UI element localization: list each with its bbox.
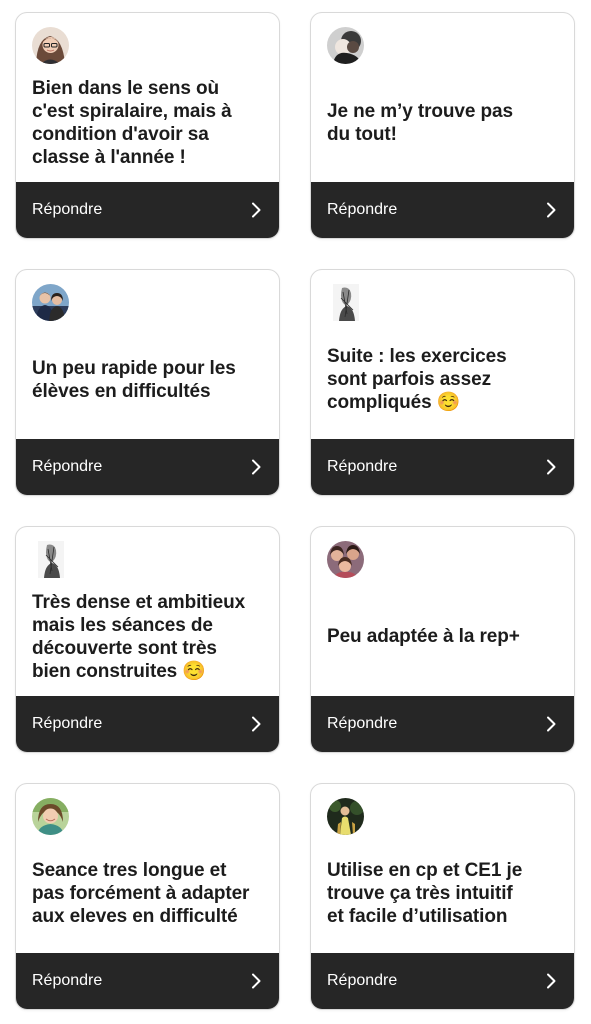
avatar-woman-green-icon <box>32 798 69 835</box>
reply-label: Répondre <box>32 458 103 475</box>
response-card: Suite : les exercices sont parfois assez… <box>310 269 575 496</box>
response-text: Je ne m’y trouve pas du tout! <box>327 100 513 145</box>
reply-button[interactable]: Répondre <box>311 182 574 238</box>
reply-label: Répondre <box>32 715 103 732</box>
response-card: Très dense et ambitieux mais les séances… <box>15 526 280 753</box>
avatar <box>333 284 359 321</box>
reply-button[interactable]: Répondre <box>16 182 279 238</box>
response-text: Bien dans le sens où c'est spiralaire, m… <box>32 77 232 168</box>
chevron-right-icon <box>249 459 263 475</box>
response-text: Suite : les exercices sont parfois assez… <box>327 346 507 413</box>
card-content: Suite : les exercices sont parfois assez… <box>311 270 574 441</box>
card-content: Peu adaptée à la rep+ <box>311 527 574 698</box>
reply-button[interactable]: Répondre <box>16 439 279 495</box>
avatar-sketch-icon <box>333 284 359 321</box>
reply-button[interactable]: Répondre <box>311 953 574 1009</box>
response-text: Seance tres longue et pas forcément à ad… <box>32 860 250 927</box>
avatar <box>38 541 64 578</box>
card-content: Je ne m’y trouve pas du tout! <box>311 13 574 184</box>
avatar-group-icon <box>327 541 364 578</box>
chevron-right-icon <box>249 716 263 732</box>
reply-label: Répondre <box>327 715 398 732</box>
response-card: Utilise en cp et CE1 je trouve ça très i… <box>310 783 575 1010</box>
chevron-right-icon <box>544 973 558 989</box>
chevron-right-icon <box>249 973 263 989</box>
avatar-couple-icon <box>32 284 69 321</box>
response-text: Peu adaptée à la rep+ <box>327 626 520 647</box>
avatar-woman-glasses-icon <box>32 27 69 64</box>
avatar <box>32 284 69 321</box>
card-content: Un peu rapide pour les élèves en difficu… <box>16 270 279 441</box>
reply-label: Répondre <box>327 972 398 989</box>
response-card: Bien dans le sens où c'est spiralaire, m… <box>15 12 280 239</box>
card-content: Bien dans le sens où c'est spiralaire, m… <box>16 13 279 184</box>
chevron-right-icon <box>544 459 558 475</box>
avatar <box>327 541 364 578</box>
card-content: Utilise en cp et CE1 je trouve ça très i… <box>311 784 574 955</box>
avatar <box>327 27 364 64</box>
response-card: Seance tres longue et pas forcément à ad… <box>15 783 280 1010</box>
response-text: Très dense et ambitieux mais les séances… <box>32 591 246 682</box>
response-card: Peu adaptée à la rep+ Répondre <box>310 526 575 753</box>
card-content: Seance tres longue et pas forcément à ad… <box>16 784 279 955</box>
avatar <box>32 798 69 835</box>
reply-button[interactable]: Répondre <box>16 696 279 752</box>
chevron-right-icon <box>544 716 558 732</box>
avatar-dark-portrait-icon <box>327 27 364 64</box>
avatar <box>327 798 364 835</box>
response-text: Un peu rapide pour les élèves en difficu… <box>32 357 236 402</box>
reply-button[interactable]: Répondre <box>16 953 279 1009</box>
reply-label: Répondre <box>32 972 103 989</box>
avatar <box>32 27 69 64</box>
response-text: Utilise en cp et CE1 je trouve ça très i… <box>327 860 523 927</box>
chevron-right-icon <box>249 202 263 218</box>
reply-button[interactable]: Répondre <box>311 696 574 752</box>
card-content: Très dense et ambitieux mais les séances… <box>16 527 279 698</box>
reply-label: Répondre <box>32 201 103 218</box>
avatar-outdoor-icon <box>327 798 364 835</box>
avatar-sketch-icon <box>38 541 64 578</box>
chevron-right-icon <box>544 202 558 218</box>
reply-button[interactable]: Répondre <box>311 439 574 495</box>
reply-label: Répondre <box>327 201 398 218</box>
response-card: Je ne m’y trouve pas du tout! Répondre <box>310 12 575 239</box>
reply-label: Répondre <box>327 458 398 475</box>
response-card: Un peu rapide pour les élèves en difficu… <box>15 269 280 496</box>
